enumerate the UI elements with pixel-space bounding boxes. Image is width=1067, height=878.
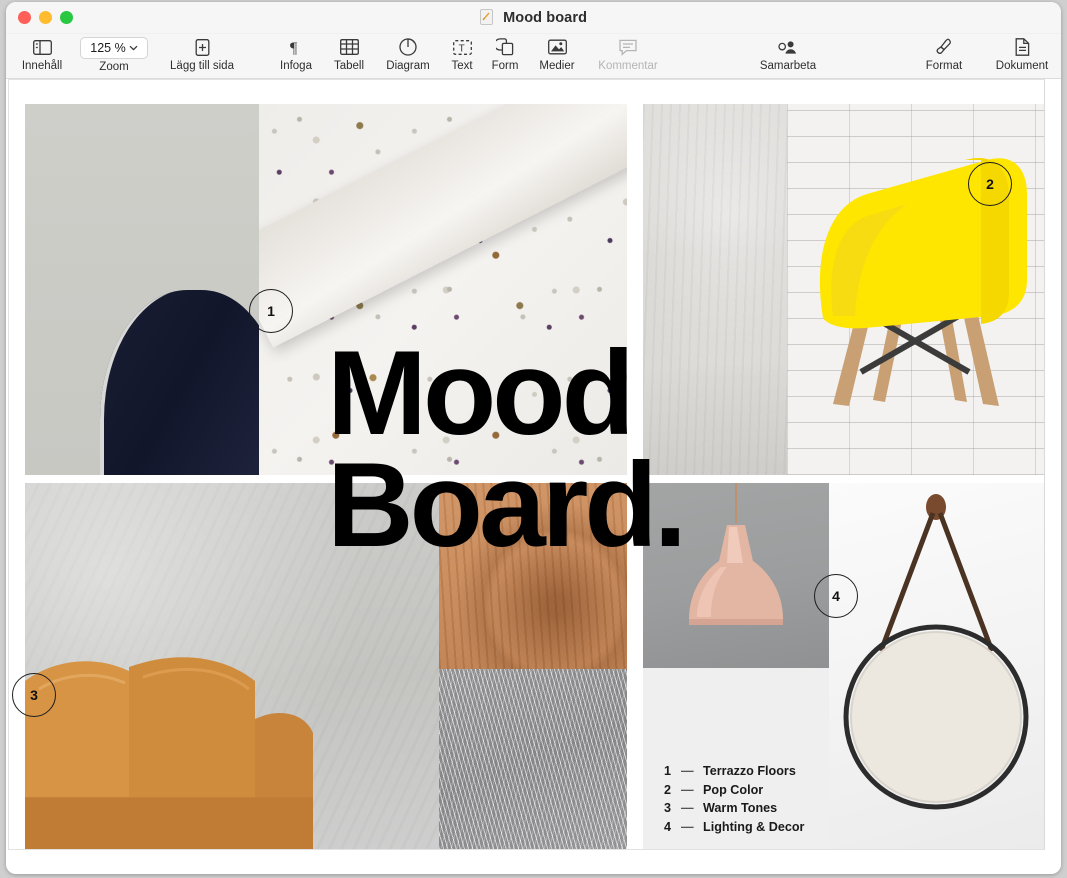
plus-square-icon (195, 36, 210, 58)
legend-2-num: 2 (664, 782, 672, 797)
app-window: Mood board Innehåll 125 % Zoom Lägg till… (6, 2, 1061, 874)
legend-3-num: 3 (664, 801, 672, 815)
document-canvas[interactable]: Mood Board. 1 2 3 4 1 — Terrazzo Floors … (6, 79, 1061, 874)
legend-2-text: Pop Color (703, 782, 764, 797)
image-yellow-chair-brick-wall[interactable] (787, 104, 1044, 475)
collaborate-label: Samarbeta (759, 60, 817, 72)
media-label: Medier (539, 60, 575, 72)
legend-list: 1 — Terrazzo Floors 2 — Pop Color 3 — Wa… (664, 762, 804, 836)
legend-2-dash: — (681, 782, 694, 797)
tan-sofa-shape (25, 656, 313, 849)
sidebar-icon (32, 36, 52, 58)
sidebar-toggle-label: Innehåll (21, 60, 63, 72)
media-image-icon (547, 36, 567, 58)
badge-1-label: 1 (267, 303, 275, 319)
legend-3-text: Warm Tones (703, 801, 778, 815)
badge-2-label: 2 (986, 176, 994, 192)
toolbar: Innehåll 125 % Zoom Lägg till sida ¶ Inf… (6, 34, 1061, 79)
badge-4[interactable]: 4 (814, 574, 858, 618)
format-button[interactable]: Format (901, 36, 987, 73)
badge-3[interactable]: 3 (12, 673, 56, 717)
mood-board: Mood Board. 1 2 3 4 1 — Terrazzo Floors … (9, 80, 1044, 849)
titlebar: Mood board (6, 2, 1061, 34)
badge-1[interactable]: 1 (249, 289, 293, 333)
zoom-label-wrap: Zoom (71, 59, 157, 74)
legend-4-dash: — (681, 819, 694, 834)
add-page-label: Lägg till sida (170, 60, 234, 72)
document-title-bar: Mood board (6, 9, 1061, 26)
comment-icon (619, 36, 637, 58)
image-plaster-wall-tan-sofa[interactable] (25, 483, 439, 849)
pages-document-icon (479, 9, 493, 25)
paintbrush-icon (935, 36, 953, 58)
collaborate-icon (777, 36, 799, 58)
image-wood-grain[interactable] (439, 483, 627, 669)
image-dark-chair-gray-wall[interactable] (25, 104, 259, 475)
yellow-chair-shape (819, 157, 1027, 406)
badge-4-label: 4 (832, 588, 840, 604)
image-terrazzo-slabs[interactable] (259, 104, 627, 475)
document-button[interactable]: Dokument (979, 36, 1061, 73)
pendant-lamp-shape (689, 483, 783, 625)
image-gray-fur-rug[interactable] (439, 669, 627, 849)
pilcrow-icon: ¶ (288, 36, 304, 58)
badge-2[interactable]: 2 (968, 162, 1012, 206)
page-1[interactable]: Mood Board. 1 2 3 4 1 — Terrazzo Floors … (8, 79, 1045, 850)
svg-text:¶: ¶ (290, 40, 298, 56)
zoom-value: 125 % (90, 41, 126, 55)
document-icon (1015, 36, 1030, 58)
zoom-control[interactable]: 125 % (80, 37, 148, 59)
legend-1-dash: — (681, 764, 694, 778)
table-label: Tabell (333, 60, 365, 72)
format-label: Format (925, 60, 963, 72)
legend-3-dash: — (681, 801, 694, 815)
legend-item-3: 3 — Warm Tones (664, 799, 804, 818)
document-label: Dokument (995, 60, 1049, 72)
image-concrete-wall[interactable] (643, 104, 787, 475)
badge-3-label: 3 (30, 687, 38, 703)
legend-4-text: Lighting & Decor (703, 819, 805, 834)
legend-1-num: 1 (664, 764, 672, 778)
comment-button[interactable]: Kommentar (585, 36, 671, 73)
hanging-mirror-shape (843, 494, 1029, 810)
chevron-down-icon (129, 45, 138, 51)
table-icon (339, 36, 359, 58)
pie-chart-icon (399, 36, 417, 58)
document-title: Mood board (503, 10, 588, 26)
legend-1-text: Terrazzo Floors (703, 764, 796, 778)
collaborate-button[interactable]: Samarbeta (745, 36, 831, 73)
image-round-hanging-mirror[interactable] (829, 483, 1044, 849)
legend-item-1: 1 — Terrazzo Floors (664, 762, 804, 781)
legend-item-4: 4 — Lighting & Decor (664, 818, 804, 837)
shapes-icon (496, 36, 514, 58)
image-pink-pendant-lamp[interactable] (643, 483, 829, 668)
add-page-button[interactable]: Lägg till sida (159, 36, 245, 73)
legend-item-2: 2 — Pop Color (664, 781, 804, 800)
zoom-label: Zoom (99, 61, 129, 73)
comment-label: Kommentar (598, 60, 658, 72)
legend-4-num: 4 (664, 819, 672, 834)
